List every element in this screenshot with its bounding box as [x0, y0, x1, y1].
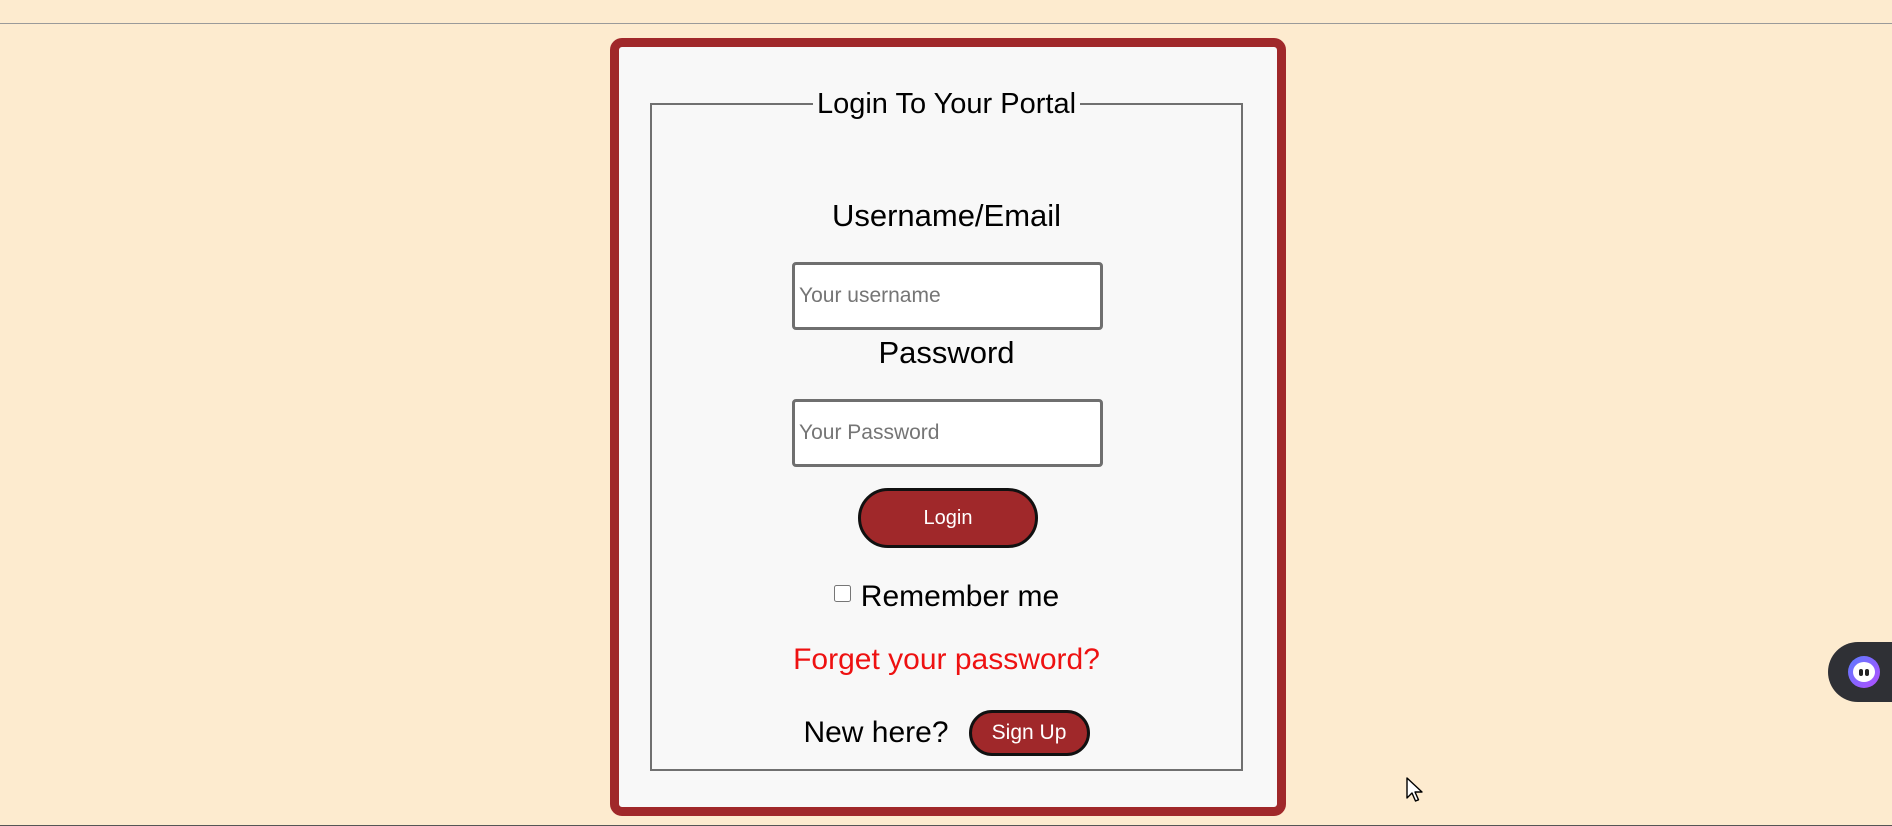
remember-me-checkbox[interactable] [833, 585, 851, 602]
signup-button[interactable]: Sign Up [968, 710, 1090, 756]
assistant-face-icon [1848, 656, 1880, 688]
remember-me-label: Remember me [860, 580, 1060, 613]
remember-me-row: Remember me [652, 580, 1241, 614]
top-divider [0, 23, 1892, 24]
assistant-widget-button[interactable] [1828, 642, 1892, 702]
username-label: Username/Email [831, 198, 1062, 233]
password-label: Password [878, 335, 1015, 370]
signup-row: New here? Sign Up [652, 710, 1241, 756]
forgot-password-link[interactable]: Forget your password? [652, 643, 1241, 677]
mouse-pointer-icon [1406, 777, 1423, 802]
form-title: Login To Your Portal [816, 88, 1077, 120]
login-fieldset: Login To Your Portal Username/Email Pass… [650, 88, 1243, 771]
password-input[interactable] [792, 399, 1103, 467]
new-here-text: New here? [803, 716, 949, 749]
login-card: Login To Your Portal Username/Email Pass… [610, 38, 1286, 816]
username-input[interactable] [792, 262, 1103, 330]
login-button[interactable]: Login [858, 488, 1038, 548]
